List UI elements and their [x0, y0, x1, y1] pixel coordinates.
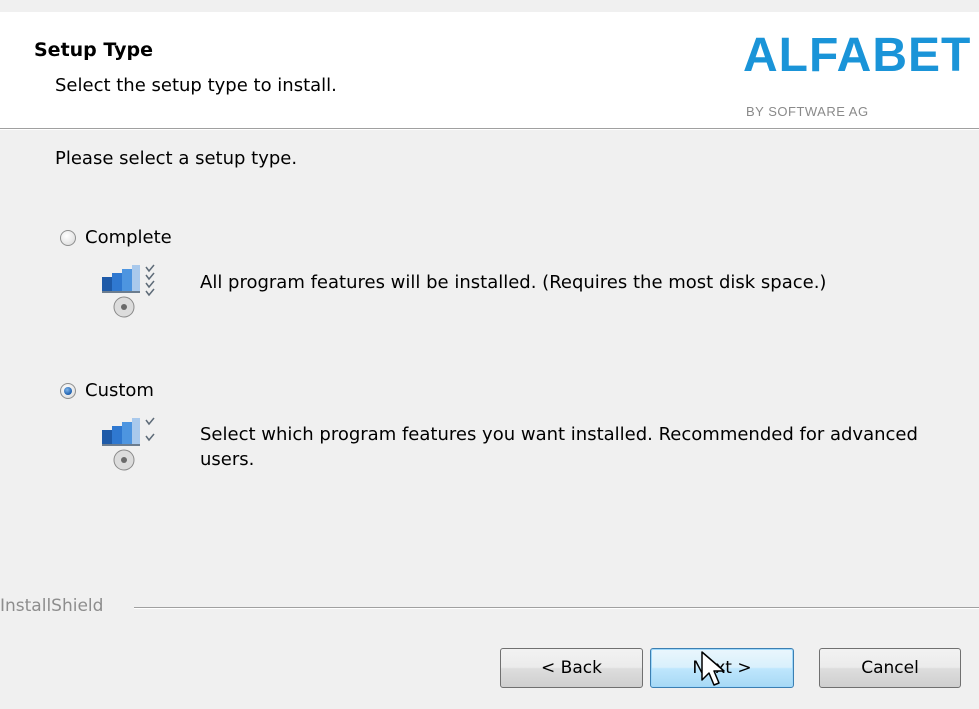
complete-radio[interactable] — [60, 229, 76, 246]
custom-description: Select which program features you want i… — [200, 424, 918, 470]
logo-subtext: BY SOFTWARE AG — [746, 104, 869, 119]
next-button[interactable]: Next > — [650, 648, 794, 688]
complete-option[interactable]: Complete — [60, 227, 172, 248]
page-title: Setup Type — [34, 39, 153, 61]
custom-radio[interactable] — [60, 382, 76, 399]
setup-prompt: Please select a setup type. — [55, 148, 298, 169]
complete-description: All program features will be installed. … — [200, 272, 827, 293]
alfabet-logo: ALFABET — [743, 29, 972, 82]
complete-label[interactable]: Complete — [85, 227, 172, 248]
complete-setup-icon — [102, 264, 155, 318]
custom-setup-icon — [102, 417, 155, 471]
back-button[interactable]: < Back — [500, 648, 643, 688]
footer-divider-highlight — [134, 608, 979, 609]
dialog-content: Please select a setup type. Complete All… — [0, 130, 979, 709]
custom-label[interactable]: Custom — [85, 380, 154, 401]
window-top-strip — [0, 0, 979, 12]
page-subtitle: Select the setup type to install. — [55, 75, 337, 96]
installshield-label: InstallShield — [0, 596, 104, 616]
custom-option[interactable]: Custom — [60, 380, 154, 401]
dialog-header: Setup Type Select the setup type to inst… — [0, 12, 979, 128]
cancel-button[interactable]: Cancel — [819, 648, 961, 688]
